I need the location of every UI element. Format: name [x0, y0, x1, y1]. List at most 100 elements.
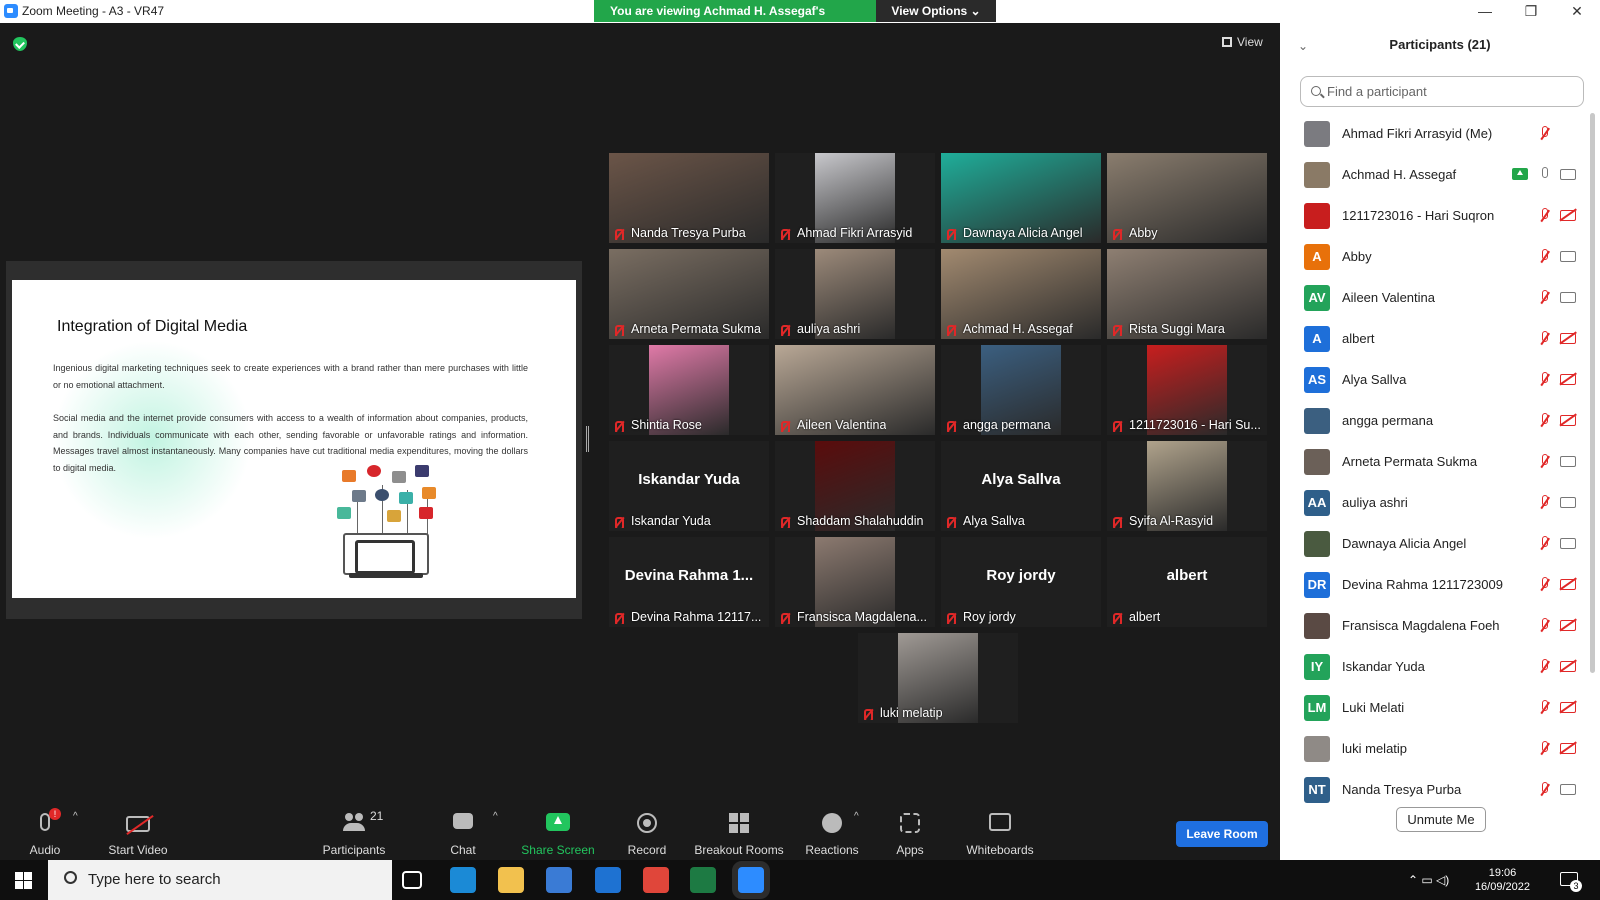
- participant-list-scrollbar[interactable]: [1590, 113, 1595, 673]
- participant-row[interactable]: A Abby: [1280, 236, 1590, 277]
- video-tile[interactable]: Iskandar Yuda Iskandar Yuda: [609, 441, 769, 531]
- video-tile[interactable]: Shaddam Shalahuddin: [775, 441, 935, 531]
- participant-row[interactable]: Aalbert: [1280, 318, 1590, 359]
- shield-icon[interactable]: [13, 37, 27, 51]
- video-tile[interactable]: Roy jordy Roy jordy: [941, 537, 1101, 627]
- task-view-icon[interactable]: [402, 871, 422, 889]
- apps-button[interactable]: Apps: [888, 803, 932, 863]
- video-tile[interactable]: auliya ashri: [775, 249, 935, 339]
- view-label: View: [1237, 35, 1263, 49]
- video-tile[interactable]: Arneta Permata Sukma: [609, 249, 769, 339]
- taskbar-clock[interactable]: 19:06 16/09/2022: [1475, 866, 1530, 894]
- digital-media-illustration: [337, 465, 447, 580]
- participant-row[interactable]: Fransisca Magdalena Foeh: [1280, 605, 1590, 646]
- file-explorer-icon[interactable]: [498, 867, 524, 893]
- reactions-options-caret-icon[interactable]: ^: [854, 811, 859, 822]
- panel-splitter[interactable]: [586, 426, 589, 452]
- avatar: [1304, 121, 1330, 147]
- participant-row[interactable]: AV Aileen Valentina: [1280, 277, 1590, 318]
- view-options-button[interactable]: View Options ⌄: [876, 0, 996, 22]
- whiteboards-button[interactable]: Whiteboards: [960, 803, 1040, 863]
- video-tile[interactable]: Abby: [1107, 153, 1267, 243]
- participants-button[interactable]: 21 Participants: [318, 803, 390, 863]
- taskbar-search-placeholder: Type here to search: [88, 871, 221, 888]
- apps-label: Apps: [896, 843, 924, 857]
- unmute-me-button[interactable]: Unmute Me: [1396, 807, 1486, 832]
- participant-row[interactable]: AA auliya ashri: [1280, 482, 1590, 523]
- video-tile[interactable]: Aileen Valentina: [775, 345, 935, 435]
- taskbar-search-input[interactable]: Type here to search: [48, 860, 392, 900]
- zoom-icon[interactable]: [738, 867, 764, 893]
- system-tray-icons[interactable]: ⌃ ▭ ◁): [1408, 873, 1449, 887]
- participant-row[interactable]: 1211723016 - Hari Suqron: [1280, 195, 1590, 236]
- participant-row[interactable]: Arneta Permata Sukma: [1280, 441, 1590, 482]
- participant-row[interactable]: LM Luki Melati: [1280, 687, 1590, 728]
- participant-row[interactable]: DR Devina Rahma 1211723009: [1280, 564, 1590, 605]
- microphone-muted-icon: [1538, 249, 1552, 265]
- video-tile[interactable]: angga permana: [941, 345, 1101, 435]
- video-tile[interactable]: Nanda Tresya Purba: [609, 153, 769, 243]
- chat-options-caret-icon[interactable]: ^: [493, 811, 498, 822]
- video-off-icon: [1560, 620, 1576, 631]
- video-tile[interactable]: Alya Sallva Alya Sallva: [941, 441, 1101, 531]
- record-icon: [637, 813, 657, 833]
- share-screen-button[interactable]: Share Screen: [520, 803, 596, 863]
- participant-row[interactable]: AS Alya Sallva: [1280, 359, 1590, 400]
- reactions-button[interactable]: Reactions: [802, 803, 862, 863]
- video-tile[interactable]: Syifa Al-Rasyid: [1107, 441, 1267, 531]
- microsoft-store-icon[interactable]: [546, 867, 572, 893]
- participant-row[interactable]: NT Nanda Tresya Purba: [1280, 769, 1590, 810]
- chat-button[interactable]: Chat: [443, 803, 483, 863]
- participant-row[interactable]: Dawnaya Alicia Angel: [1280, 523, 1590, 564]
- participant-row[interactable]: angga permana: [1280, 400, 1590, 441]
- participant-name: Ahmad Fikri Arrasyid (Me): [1342, 126, 1493, 141]
- video-tile[interactable]: luki melatip: [858, 633, 1018, 723]
- minimize-button[interactable]: —: [1462, 0, 1508, 23]
- view-button[interactable]: View: [1222, 35, 1263, 49]
- participant-name: Nanda Tresya Purba: [1342, 782, 1462, 797]
- video-tile[interactable]: Ahmad Fikri Arrasyid: [775, 153, 935, 243]
- leave-room-button[interactable]: Leave Room: [1176, 821, 1268, 847]
- edge-icon[interactable]: [450, 867, 476, 893]
- mail-icon[interactable]: [595, 867, 621, 893]
- video-icon: [1560, 456, 1576, 467]
- shared-screen[interactable]: Integration of Digital Media Ingenious d…: [6, 261, 582, 619]
- meeting-toolbar: ! Audio ^ Start Video 21 Participants Ch…: [0, 803, 1280, 863]
- video-tile[interactable]: Dawnaya Alicia Angel: [941, 153, 1101, 243]
- video-off-icon: [1560, 374, 1576, 385]
- microphone-muted-icon: [1538, 290, 1552, 306]
- breakout-rooms-button[interactable]: Breakout Rooms: [694, 803, 784, 863]
- record-button[interactable]: Record: [622, 803, 672, 863]
- video-tile[interactable]: Shintia Rose: [609, 345, 769, 435]
- meeting-area: View Integration of Digital Media Ingeni…: [0, 23, 1280, 803]
- video-off-icon: [1560, 415, 1576, 426]
- video-tile[interactable]: Rista Suggi Mara: [1107, 249, 1267, 339]
- reactions-icon: [822, 813, 842, 833]
- close-button[interactable]: ✕: [1554, 0, 1600, 23]
- excel-icon[interactable]: [690, 867, 716, 893]
- microphone-muted-icon: [1538, 495, 1552, 511]
- video-tile[interactable]: Devina Rahma 1... Devina Rahma 12117...: [609, 537, 769, 627]
- video-tile[interactable]: Fransisca Magdalena...: [775, 537, 935, 627]
- avatar: [1304, 531, 1330, 557]
- participant-row[interactable]: IY Iskandar Yuda: [1280, 646, 1590, 687]
- video-tile[interactable]: Achmad H. Assegaf: [941, 249, 1101, 339]
- chrome-icon[interactable]: [643, 867, 669, 893]
- avatar: DR: [1304, 572, 1330, 598]
- video-tile[interactable]: albert albert: [1107, 537, 1267, 627]
- video-tile[interactable]: 1211723016 - Hari Su...: [1107, 345, 1267, 435]
- audio-options-caret-icon[interactable]: ^: [73, 811, 78, 822]
- start-video-button[interactable]: Start Video: [100, 803, 176, 863]
- clock-date: 16/09/2022: [1474, 881, 1530, 893]
- windows-start-icon[interactable]: [15, 872, 32, 889]
- participant-name: Luki Melati: [1342, 700, 1405, 715]
- microphone-muted-icon: [1538, 331, 1552, 347]
- maximize-button[interactable]: ❐: [1508, 0, 1554, 23]
- video-icon: [1560, 292, 1576, 303]
- participant-search-input[interactable]: Find a participant: [1300, 76, 1584, 107]
- participant-row[interactable]: Achmad H. Assegaf: [1280, 154, 1590, 195]
- participant-row[interactable]: Ahmad Fikri Arrasyid (Me): [1280, 113, 1590, 154]
- video-icon: [1560, 538, 1576, 549]
- participant-row[interactable]: luki melatip: [1280, 728, 1590, 769]
- audio-button[interactable]: ! Audio: [20, 803, 70, 863]
